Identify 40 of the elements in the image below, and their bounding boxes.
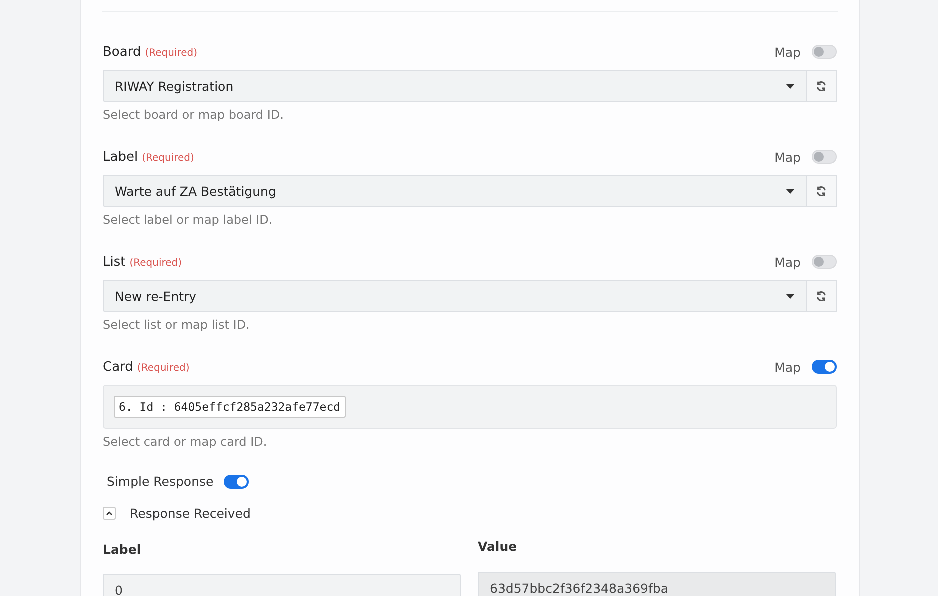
required-note: (Required) [137,362,190,374]
required-note: (Required) [130,258,182,268]
section-title: Response Received [130,506,251,521]
field-label: Card [103,360,134,374]
field-label: List [103,254,126,270]
field-hint: Select label or map label ID. [103,213,274,227]
caret-icon [786,188,795,194]
refresh-icon [816,290,827,302]
refresh-icon [816,80,827,92]
refresh-icon [816,186,827,196]
field-hint: Select board or map board ID. [103,108,285,122]
toggle-switch[interactable] [812,360,837,374]
required-note: (Required) [145,48,198,58]
caret-icon [786,294,795,298]
chevron-icon [106,511,113,516]
refresh-button[interactable] [807,280,837,312]
map-label: Map [774,44,801,60]
column-heading: Label [103,542,142,557]
toggle-switch[interactable] [224,474,249,488]
label-input[interactable]: 0 [103,574,461,596]
map-label: Map [774,360,801,374]
caret-icon [786,84,795,88]
mapped-value-chip[interactable]: 6. Id : 6405effcf285a232afe77ecd [114,396,346,418]
field-hint: Select card or map card ID. [103,435,268,449]
field-label: Label [103,150,138,164]
required-note: (Required) [142,152,194,164]
map-label: Map [774,254,801,270]
select-field[interactable]: New re-Entry [103,280,807,312]
field-label: Board [103,44,142,60]
field-hint: Select list or map list ID. [103,318,251,332]
refresh-button[interactable] [807,175,837,207]
mapped-field[interactable]: 6. Id : 6405effcf285a232afe77ecd [103,385,837,429]
map-label: Map [774,150,801,164]
value-input[interactable]: 63d57bbc2f36f2348a369fba [478,572,836,596]
refresh-button[interactable] [807,70,837,102]
simple-response-label: Simple Response [107,474,214,489]
select-field[interactable]: RIWAY Registration [103,70,807,102]
column-heading: Value [478,539,518,554]
select-field[interactable]: Warte auf ZA Bestätigung [103,175,807,207]
collapse-button[interactable] [103,507,116,520]
